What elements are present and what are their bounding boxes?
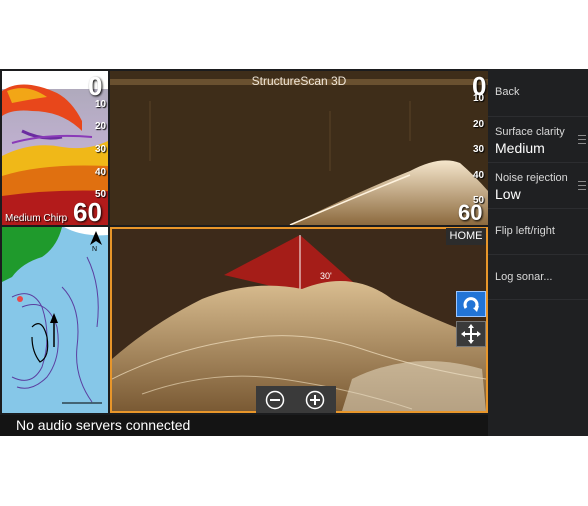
drag-grip-icon xyxy=(578,135,586,147)
noise-rejection-label: Noise rejection xyxy=(495,172,568,184)
structurescan-tick-30: 30 xyxy=(473,144,485,155)
zoom-controls xyxy=(256,386,336,413)
echosounder-display: 0 10 20 30 40 50 60 Medium Chirp Structu… xyxy=(0,69,588,436)
structurescan-title: StructureScan 3D xyxy=(251,74,347,88)
home-view-button[interactable]: HOME xyxy=(446,228,486,245)
menu-log-sonar[interactable]: Log sonar... xyxy=(488,254,588,300)
structurescan-depth-bottom: 60 xyxy=(458,200,483,225)
sonar-tick-10: 10 xyxy=(95,99,107,110)
north-arrow-icon: N xyxy=(90,231,102,251)
zoom-out-button[interactable] xyxy=(265,390,285,410)
lake-chart-map xyxy=(2,227,108,413)
menu-flip-left-right[interactable]: Flip left/right xyxy=(488,208,588,254)
flip-label: Flip left/right xyxy=(495,225,555,237)
sonar-options-menu: Back Surface clarity Medium Noise reject… xyxy=(488,69,588,436)
log-sonar-label: Log sonar... xyxy=(495,271,553,283)
sonar-depth-top: 0 xyxy=(88,71,103,101)
structurescan-tick-10: 10 xyxy=(473,93,485,104)
svg-text:N: N xyxy=(92,246,97,251)
menu-back-label: Back xyxy=(495,86,520,98)
menu-surface-clarity[interactable]: Surface clarity Medium xyxy=(488,116,588,162)
pan-arrows-icon xyxy=(461,324,481,344)
surface-clarity-label: Surface clarity xyxy=(495,126,565,138)
3d-terrain-view xyxy=(112,229,486,411)
sonar-tick-30: 30 xyxy=(95,144,107,155)
structurescan-tick-20: 20 xyxy=(473,119,485,130)
sonar-tick-40: 40 xyxy=(95,167,107,178)
3d-depth-marker: 30' xyxy=(320,271,332,281)
structurescan-image xyxy=(110,71,488,225)
sonar-depth-bottom: 60 xyxy=(73,197,102,225)
structurescan-pane[interactable]: StructureScan 3D 0 10 20 30 40 50 60 xyxy=(110,71,488,225)
rotate-icon xyxy=(463,297,479,312)
noise-rejection-value: Low xyxy=(495,186,521,202)
sonar-pane[interactable]: 0 10 20 30 40 50 60 Medium Chirp xyxy=(2,71,108,225)
sonar-mode-label: Medium Chirp xyxy=(5,213,68,224)
pan-mode-button[interactable] xyxy=(456,321,486,347)
status-message: No audio servers connected xyxy=(0,415,488,436)
structurescan-tick-40: 40 xyxy=(473,170,485,181)
sonar-tick-20: 20 xyxy=(95,121,107,132)
chart-pane[interactable]: N xyxy=(2,227,108,413)
rotate-mode-button[interactable] xyxy=(456,291,486,317)
drag-grip-icon xyxy=(578,181,586,193)
menu-back[interactable]: Back xyxy=(488,69,588,116)
surface-clarity-value: Medium xyxy=(495,140,545,156)
zoom-in-button[interactable] xyxy=(305,390,325,410)
menu-noise-rejection[interactable]: Noise rejection Low xyxy=(488,162,588,208)
